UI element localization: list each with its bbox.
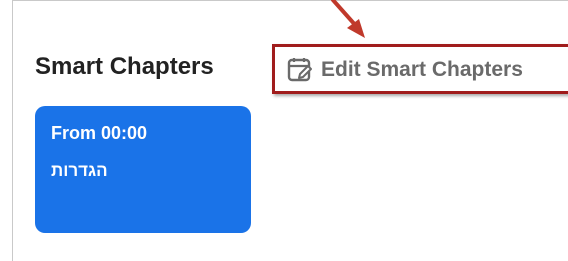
chapter-name: הגדרות <box>51 161 108 180</box>
edit-smart-chapters-button[interactable]: Edit Smart Chapters <box>287 55 523 85</box>
chapter-start-time: From 00:00 <box>51 123 148 143</box>
chapter-card[interactable]: From 00:00 הגדרות <box>35 106 251 233</box>
edit-chapters-icon <box>287 58 312 82</box>
edit-smart-chapters-label: Edit Smart Chapters <box>321 58 523 81</box>
smart-chapters-title: Smart Chapters <box>35 53 214 80</box>
